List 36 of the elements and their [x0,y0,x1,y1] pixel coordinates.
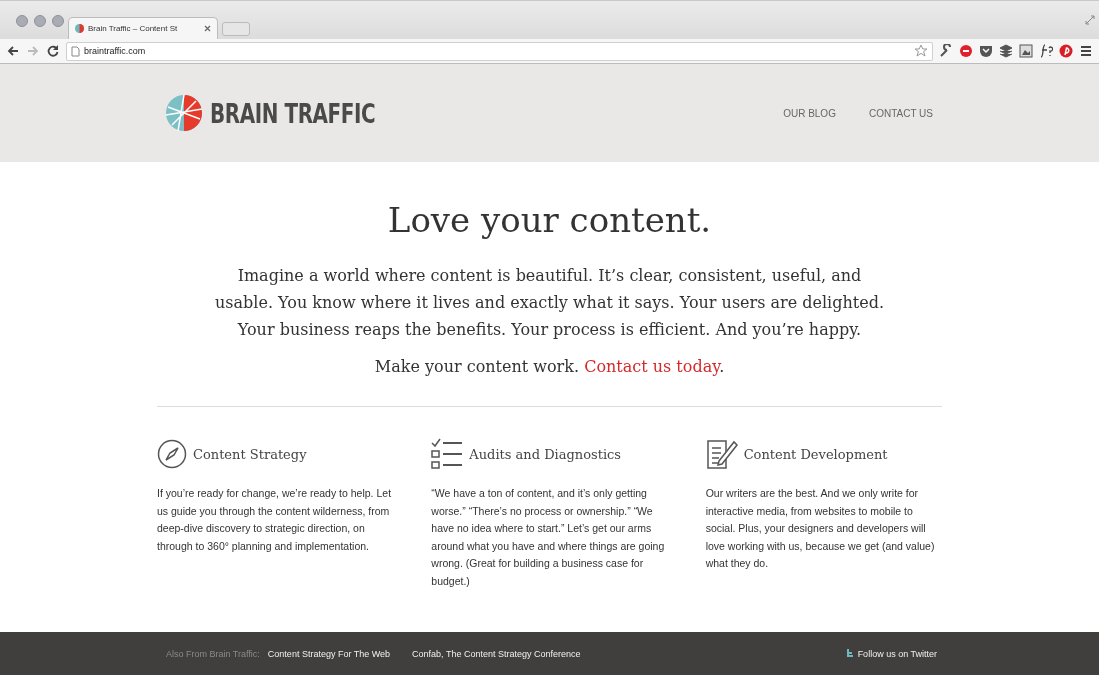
footer-link[interactable]: Content Strategy For The Web [267,648,391,659]
footer-link[interactable]: Confab, The Content Strategy Conference [412,648,581,659]
twitter-link[interactable]: Follow us on Twitter [845,648,937,659]
browser-tab[interactable]: Brain Traffic – Content St [68,17,218,39]
checklist-icon [431,438,464,470]
footer-label: Also From Brain Traffic: [166,648,260,659]
star-icon[interactable] [914,44,928,58]
function-icon[interactable] [1039,44,1053,58]
image-icon[interactable] [1019,44,1033,58]
call-to-action-text: Make your content work. Contact us today. [373,357,726,376]
nav-link[interactable]: OUR BLOG [783,107,836,119]
address-bar[interactable]: braintraffic.com [66,41,933,61]
service-description: If you’re ready for change, we’re ready to help. Let us guide you through the content wilderness, from deep-dive discovery to strategic direction, on through to 360° planning and implementation. [157,486,393,554]
service-title: Content Development [743,446,888,462]
close-icon[interactable] [204,25,211,32]
reload-icon[interactable] [46,44,60,58]
contact-link[interactable]: Contact us today [584,357,720,376]
logo-icon [166,95,202,131]
logo-text: BRAIN TRAFFIC [210,97,376,129]
hero-paragraph: Imagine a world where content is beautiful. It’s clear, consistent, useful, and usable. You know where it lives and exactly what it says. Your users are delighted. Your business reaps the benefits. Your process is efficient. And you’re happy. [214,265,885,341]
stack-icon[interactable] [999,44,1013,58]
fullscreen-icon[interactable] [1085,15,1095,25]
document-pen-icon [705,438,738,470]
circle-icon[interactable] [959,44,973,58]
service-title: Content Strategy [193,446,307,462]
back-icon[interactable] [6,44,20,58]
menu-icon[interactable] [1079,44,1093,58]
service-description: “We have a ton of content, and it’s only getting worse.” “There’s no process or ownership.” “We have no idea where to start.” Let’s get our arms around what you have and where things are going wrong. (Great for building a business case for budget.) [431,486,666,589]
compass-icon [157,439,187,469]
favicon-icon [75,24,84,33]
page-icon [71,45,80,57]
service-description: Our writers are the best. And we only write for interactive media, from websites to mobile to social. Plus, your designers and developers will love working with us, because we get (and value) what they do. [705,486,936,571]
service-title: Audits and Diagnostics [469,446,622,462]
nav-link[interactable]: CONTACT US [868,107,933,119]
hero-title: Love your content. [386,200,713,240]
pocket-icon[interactable] [979,44,993,58]
